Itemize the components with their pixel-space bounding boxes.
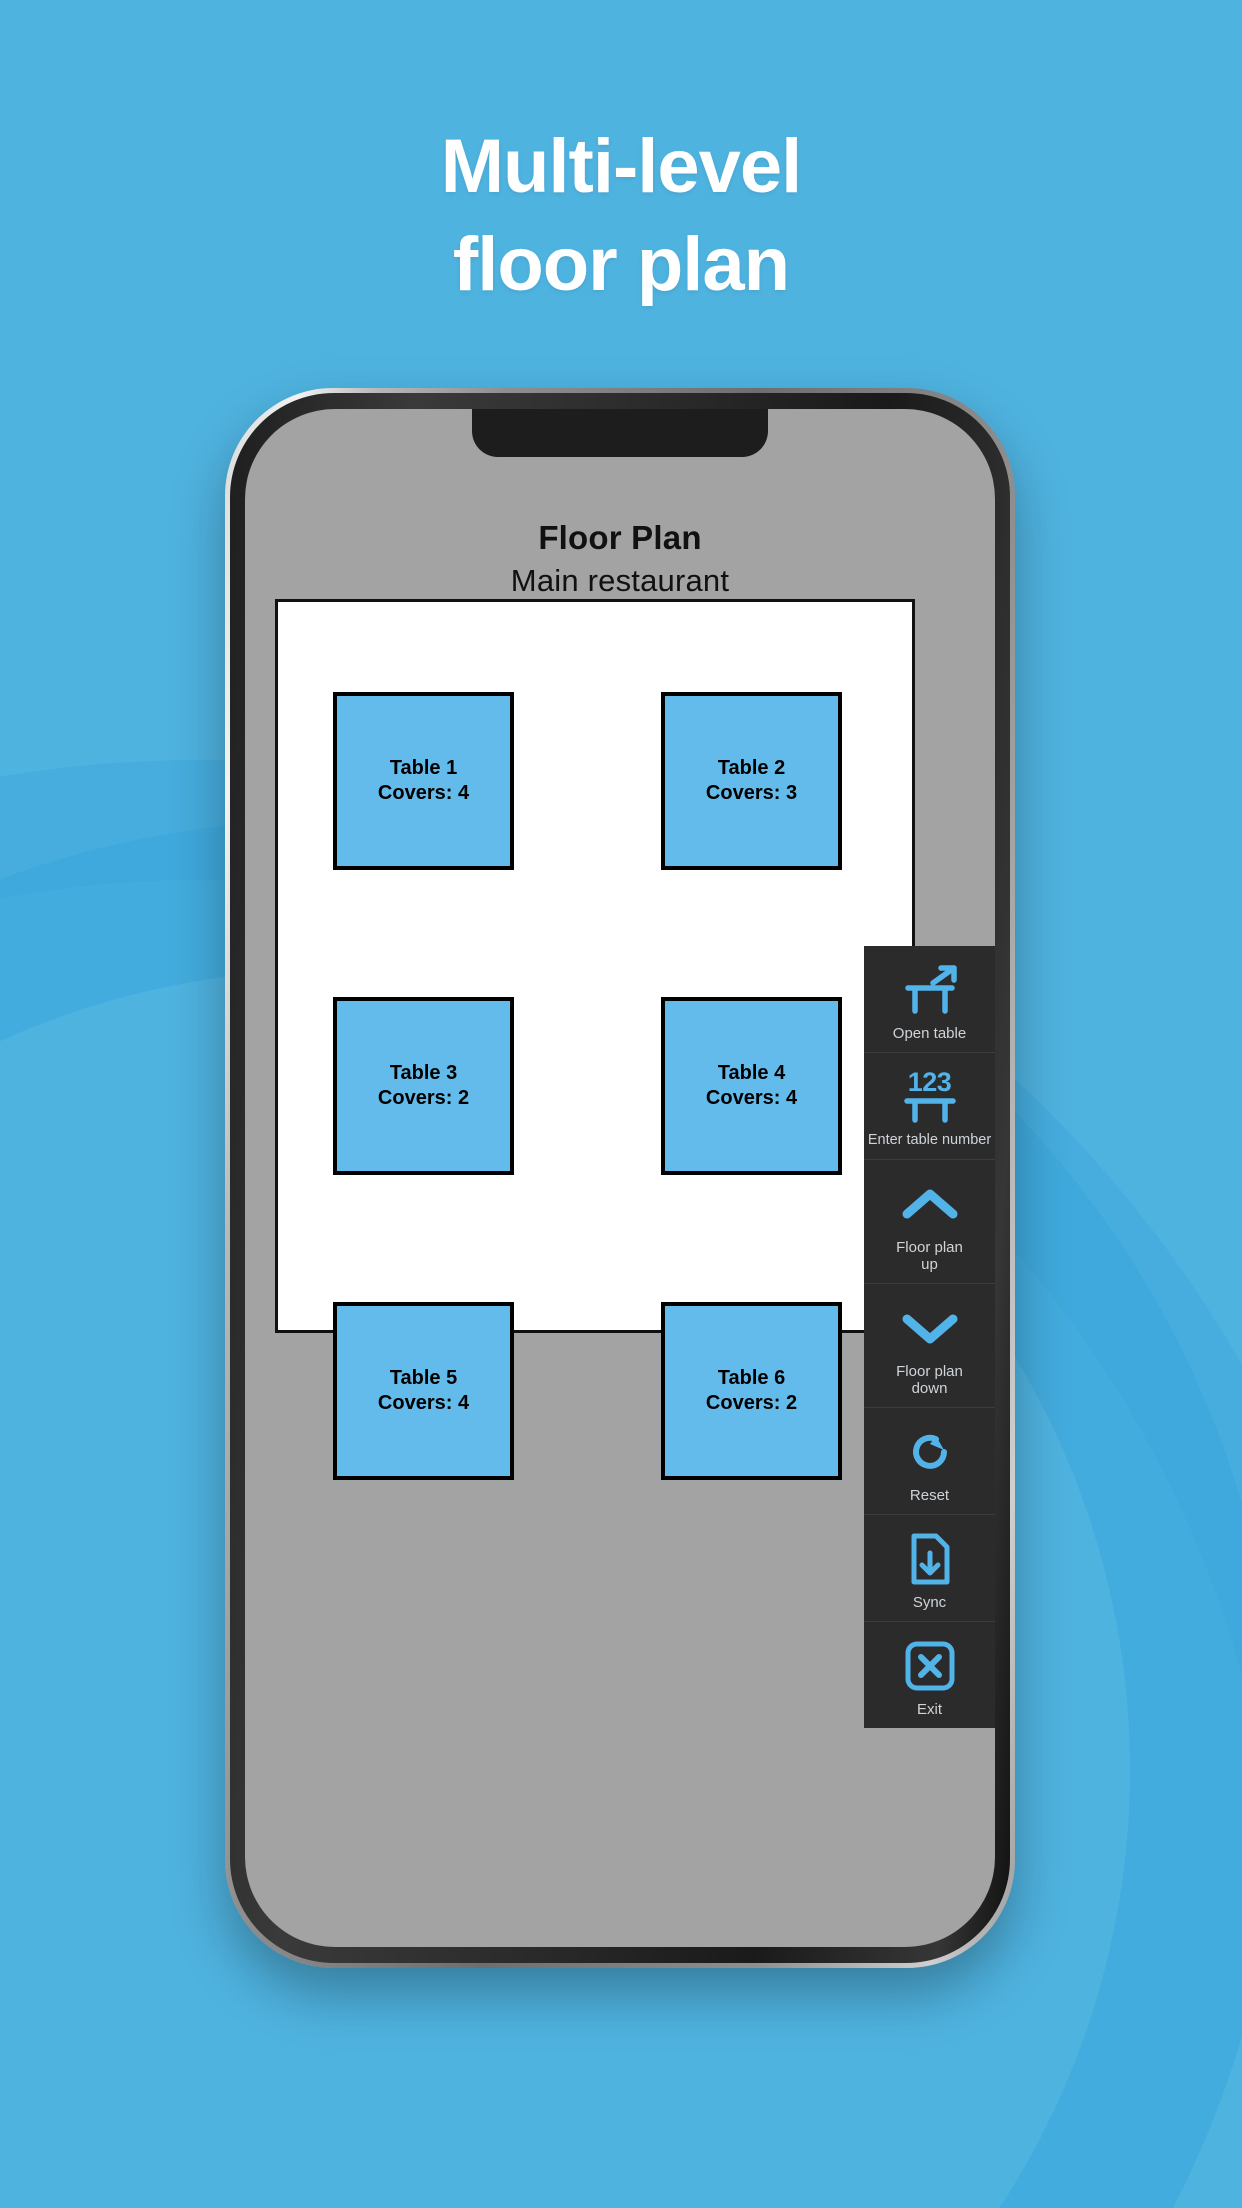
phone-notch xyxy=(472,409,768,457)
table-cell-1[interactable]: Table 1 Covers: 4 xyxy=(333,692,514,870)
table-label: Table 4 xyxy=(717,1062,786,1084)
chevron-up-icon xyxy=(894,1176,966,1232)
toolbar-label: Enter table number xyxy=(867,1132,992,1148)
phone-screen: Floor Plan Main restaurant Table 1 Cover… xyxy=(245,409,995,1947)
action-toolbar: Open table 123 Enter table number Floor … xyxy=(864,946,995,1728)
app-header: Floor Plan Main restaurant xyxy=(245,519,995,599)
table-label: Table 1 xyxy=(389,757,458,779)
table-label: Table 6 xyxy=(717,1367,786,1389)
chevron-down-icon xyxy=(894,1300,966,1356)
toolbar-item-reset[interactable]: Reset xyxy=(864,1408,995,1515)
table-cell-5[interactable]: Table 5 Covers: 4 xyxy=(333,1302,514,1480)
table-123-icon: 123 xyxy=(894,1069,966,1125)
phone-mockup: Floor Plan Main restaurant Table 1 Cover… xyxy=(225,388,1015,1968)
table-label: Table 5 xyxy=(389,1367,458,1389)
table-cell-3[interactable]: Table 3 Covers: 2 xyxy=(333,997,514,1175)
close-box-icon xyxy=(894,1638,966,1694)
table-covers: Covers: 4 xyxy=(705,1087,798,1109)
toolbar-label: Floor plan up xyxy=(896,1239,963,1273)
refresh-icon xyxy=(894,1424,966,1480)
table-label: Table 3 xyxy=(389,1062,458,1084)
table-cell-6[interactable]: Table 6 Covers: 2 xyxy=(661,1302,842,1480)
table-arrow-icon xyxy=(894,962,966,1018)
table-covers: Covers: 2 xyxy=(377,1087,470,1109)
toolbar-item-open-table[interactable]: Open table xyxy=(864,946,995,1053)
headline-line-1: Multi-level xyxy=(440,124,803,209)
toolbar-item-enter-table-number[interactable]: 123 Enter table number xyxy=(864,1053,995,1160)
promo-headline: Multi-level floor plan xyxy=(0,118,1242,314)
toolbar-label: Reset xyxy=(909,1487,950,1504)
toolbar-item-exit[interactable]: Exit xyxy=(864,1622,995,1728)
table-covers: Covers: 4 xyxy=(377,782,470,804)
toolbar-label: Exit xyxy=(916,1701,942,1718)
table-covers: Covers: 3 xyxy=(705,782,798,804)
table-number-badge: 123 xyxy=(907,1067,952,1097)
toolbar-label: Sync xyxy=(912,1594,947,1611)
table-layer: Table 1 Covers: 4 Table 2 Covers: 3 Tabl… xyxy=(278,602,912,1480)
toolbar-label: Open table xyxy=(892,1025,967,1042)
table-label: Table 2 xyxy=(717,757,786,779)
toolbar-item-sync[interactable]: Sync xyxy=(864,1515,995,1622)
headline-line-2: floor plan xyxy=(452,222,790,307)
table-cell-2[interactable]: Table 2 Covers: 3 xyxy=(661,692,842,870)
table-cell-4[interactable]: Table 4 Covers: 4 xyxy=(661,997,842,1175)
toolbar-item-floor-plan-down[interactable]: Floor plan down xyxy=(864,1284,995,1408)
page-title: Floor Plan xyxy=(538,519,702,556)
table-covers: Covers: 2 xyxy=(705,1392,798,1414)
phone-body: Floor Plan Main restaurant Table 1 Cover… xyxy=(230,393,1010,1963)
toolbar-label: Floor plan down xyxy=(896,1363,963,1397)
page-subtitle: Main restaurant xyxy=(510,563,730,598)
floorplan-canvas[interactable]: Table 1 Covers: 4 Table 2 Covers: 3 Tabl… xyxy=(275,599,915,1480)
table-covers: Covers: 4 xyxy=(377,1392,470,1414)
toolbar-item-floor-plan-up[interactable]: Floor plan up xyxy=(864,1160,995,1284)
document-download-icon xyxy=(894,1531,966,1587)
